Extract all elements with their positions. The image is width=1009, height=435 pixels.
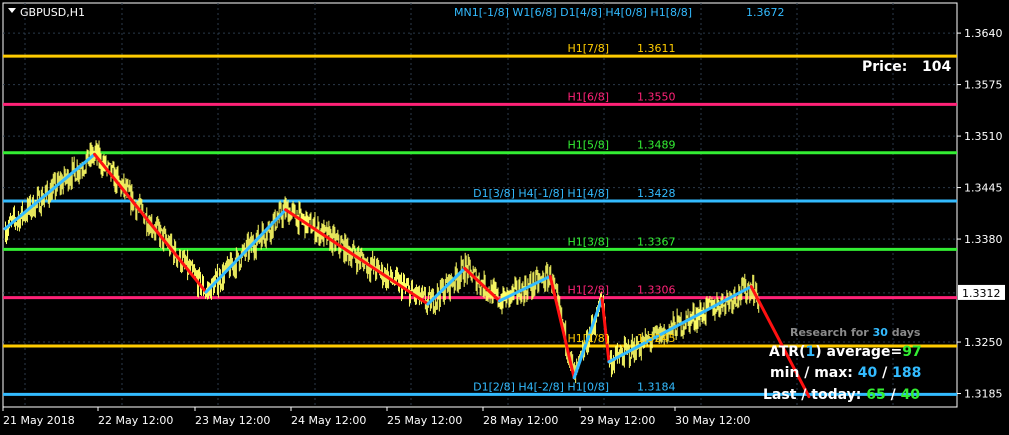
level-value: 1.3428 bbox=[637, 187, 676, 200]
min-value: 40 bbox=[858, 365, 878, 381]
header-levels-label: MN1[-1/8] W1[6/8] D1[4/8] H4[0/8] H1[8/8… bbox=[454, 6, 692, 19]
price-chart[interactable]: H1[7/8] 1.3611 H1[6/8] 1.3550 H1[5/8] 1.3489 D… bbox=[0, 0, 1009, 431]
atr-prefix: ATR( bbox=[769, 344, 805, 360]
level-labels: H1[7/8] 1.3611 H1[6/8] 1.3550 H1[5/8] 1.3489 D… bbox=[473, 42, 675, 393]
research-label: Research for 30 days bbox=[790, 326, 921, 339]
research-suffix: days bbox=[892, 326, 921, 339]
y-axis: 1.3640 1.3575 1.3510 1.3445 1.3380 1.3312 1.32… bbox=[957, 27, 1005, 401]
last-text: Last / today: bbox=[763, 387, 861, 403]
y-tick-label: 1.3380 bbox=[964, 233, 1003, 246]
x-tick-label: 30 May 12:00 bbox=[675, 414, 750, 427]
x-tick-label: 22 May 12:00 bbox=[98, 414, 173, 427]
level-value: 1.3245 bbox=[637, 332, 676, 345]
zigzag-up-segment bbox=[3, 152, 97, 231]
max-value: 188 bbox=[892, 365, 921, 381]
y-tick-label: 1.3445 bbox=[964, 182, 1003, 195]
level-label: H1[3/8] bbox=[567, 235, 609, 248]
last-today-label: Last / today: 65 / 40 bbox=[763, 387, 920, 403]
level-label: H1[2/8] bbox=[567, 284, 609, 297]
minmax-separator: / bbox=[882, 365, 888, 381]
last-separator: / bbox=[891, 387, 897, 403]
y-tick-label: 1.3510 bbox=[964, 130, 1003, 143]
atr-label: ATR(1) average=97 bbox=[769, 344, 922, 360]
x-tick-label: 24 May 12:00 bbox=[291, 414, 366, 427]
atr-period: 1 bbox=[805, 344, 815, 360]
level-value: 1.3306 bbox=[637, 284, 676, 297]
level-label: H1[1/8] bbox=[567, 332, 609, 345]
level-label: H1[6/8] bbox=[567, 90, 609, 103]
level-label: H1[7/8] bbox=[567, 42, 609, 55]
x-tick-label: 23 May 12:00 bbox=[195, 414, 270, 427]
research-prefix: Research for bbox=[790, 326, 869, 339]
level-value: 1.3489 bbox=[637, 139, 676, 152]
zigzag-down-segment bbox=[93, 152, 208, 294]
y-tick-label: 1.3185 bbox=[964, 388, 1003, 401]
x-tick-label: 29 May 12:00 bbox=[580, 414, 655, 427]
x-axis: 21 May 2018 22 May 12:00 23 May 12:00 24 Ma… bbox=[2, 407, 750, 427]
chart-menu-triangle-icon[interactable] bbox=[8, 8, 16, 13]
level-value: 1.3611 bbox=[637, 42, 676, 55]
level-label: D1[2/8] H4[-2/8] H1[0/8] bbox=[473, 380, 609, 393]
atr-average: 97 bbox=[902, 344, 921, 360]
atr-suffix: ) average= bbox=[815, 344, 902, 360]
today-value: 40 bbox=[901, 387, 921, 403]
research-days: 30 bbox=[873, 326, 889, 339]
zigzag-down-segment bbox=[284, 208, 430, 306]
symbol-title: GBPUSD,H1 bbox=[20, 6, 85, 19]
zigzag-down-segment bbox=[600, 296, 611, 364]
x-tick-label: 21 May 2018 bbox=[3, 414, 75, 427]
zigzag-up-segment bbox=[204, 208, 288, 294]
zigzag-lines bbox=[3, 152, 811, 399]
minmax-text: min / max: bbox=[770, 365, 853, 381]
last-value: 65 bbox=[866, 387, 885, 403]
y-tick-label: 1.3250 bbox=[964, 336, 1003, 349]
current-price-label: 1.3312 bbox=[962, 287, 1001, 300]
price-value: 104 bbox=[922, 59, 951, 75]
level-label: H1[5/8] bbox=[567, 139, 609, 152]
level-value: 1.3550 bbox=[637, 90, 676, 103]
y-tick-label: 1.3640 bbox=[964, 27, 1003, 40]
x-tick-label: 28 May 12:00 bbox=[483, 414, 558, 427]
level-value: 1.3367 bbox=[637, 235, 676, 248]
y-tick-label: 1.3575 bbox=[964, 79, 1003, 92]
chart-window[interactable]: H1[7/8] 1.3611 H1[6/8] 1.3550 H1[5/8] 1.3489 D… bbox=[0, 0, 1009, 431]
level-label: D1[3/8] H4[-1/8] H1[4/8] bbox=[473, 187, 609, 200]
minmax-label: min / max: 40 / 188 bbox=[770, 365, 921, 381]
price-label: Price: bbox=[862, 59, 907, 75]
x-tick-label: 25 May 12:00 bbox=[387, 414, 462, 427]
level-value: 1.3184 bbox=[637, 380, 676, 393]
info-panel: Price: 104 Research for 30 days ATR(1) a… bbox=[763, 59, 951, 403]
header-levels-value: 1.3672 bbox=[746, 6, 785, 19]
